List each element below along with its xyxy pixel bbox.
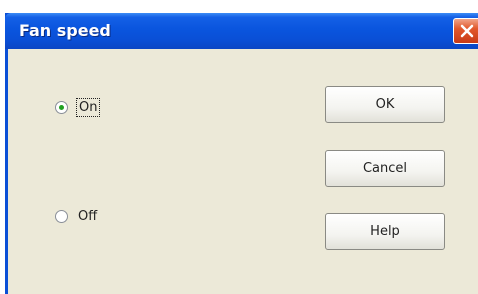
- radio-button-icon[interactable]: [55, 101, 68, 114]
- fan-speed-dialog: Fan speed On Off OK Cancel Help: [5, 13, 478, 294]
- help-button[interactable]: Help: [325, 213, 445, 250]
- close-button[interactable]: [453, 18, 478, 44]
- cancel-button[interactable]: Cancel: [325, 150, 445, 187]
- radio-on[interactable]: On: [55, 98, 101, 117]
- close-icon: [460, 24, 474, 38]
- radio-selected-dot: [59, 105, 64, 110]
- ok-button[interactable]: OK: [325, 86, 445, 123]
- radio-off-label[interactable]: Off: [76, 208, 99, 225]
- window-title: Fan speed: [19, 21, 111, 40]
- title-bar[interactable]: Fan speed: [5, 13, 478, 49]
- radio-off[interactable]: Off: [55, 208, 99, 225]
- radio-button-icon[interactable]: [55, 210, 68, 223]
- radio-on-label[interactable]: On: [76, 98, 101, 117]
